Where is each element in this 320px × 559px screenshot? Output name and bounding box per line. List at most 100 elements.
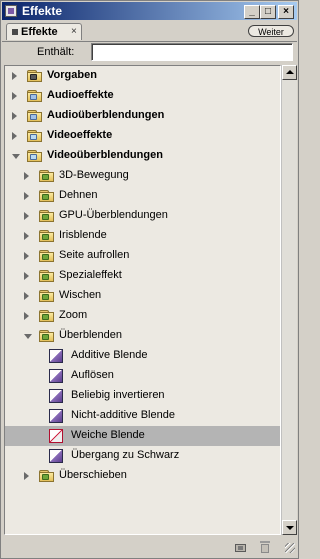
folder-icon <box>27 69 43 82</box>
search-label: Enthält: <box>37 46 75 58</box>
default-transition-icon <box>49 429 63 443</box>
transition-icon <box>49 369 63 383</box>
disclosure-closed-icon[interactable] <box>24 252 29 260</box>
trash-icon[interactable] <box>260 541 270 553</box>
folder-icon <box>39 249 55 262</box>
tree-item-label: Überblenden <box>59 329 122 341</box>
search-row: Enthält: <box>2 42 297 63</box>
tree-item-label: Spezialeffekt <box>59 269 122 281</box>
search-input[interactable] <box>91 43 293 61</box>
disclosure-closed-icon[interactable] <box>24 472 29 480</box>
tree-folder-row[interactable]: Seite aufrollen <box>5 246 280 266</box>
minimize-button[interactable]: _ <box>244 5 260 19</box>
tree-effect-row[interactable]: Weiche Blende <box>5 426 280 446</box>
tree-folder-row[interactable]: GPU-Überblendungen <box>5 206 280 226</box>
tree-item-label: Beliebig invertieren <box>71 389 165 401</box>
tree-folder-row[interactable]: Überschieben <box>5 466 280 486</box>
transition-icon <box>49 449 63 463</box>
tree-item-label: Zoom <box>59 309 88 321</box>
tree-folder-row[interactable]: Videoeffekte <box>5 126 280 146</box>
panel-bottom-bar <box>2 538 297 557</box>
tree-folder-row[interactable]: Irisblende <box>5 226 280 246</box>
disclosure-closed-icon[interactable] <box>12 132 17 140</box>
folder-icon <box>39 209 55 222</box>
disclosure-closed-icon[interactable] <box>12 112 17 120</box>
folder-icon <box>39 189 55 202</box>
vertical-scrollbar[interactable] <box>281 65 297 535</box>
tree-effect-row[interactable]: Beliebig invertieren <box>5 386 280 406</box>
tree-item-label: Nicht-additive Blende <box>71 409 175 421</box>
tree-effect-row[interactable]: Additive Blende <box>5 346 280 366</box>
panel-tab-bar: Effekte × Weiter <box>2 22 297 42</box>
tree-folder-row[interactable]: 3D-Bewegung <box>5 166 280 186</box>
tree-item-label: Wischen <box>59 289 102 301</box>
scroll-down-button[interactable] <box>282 520 297 535</box>
disclosure-closed-icon[interactable] <box>24 192 29 200</box>
folder-icon <box>27 129 43 142</box>
tree-folder-row[interactable]: Spezialeffekt <box>5 266 280 286</box>
tree-item-label: Videoüberblendungen <box>47 149 163 161</box>
folder-icon <box>39 309 55 322</box>
new-bin-icon[interactable] <box>235 542 247 552</box>
folder-icon <box>27 109 43 122</box>
scroll-up-button[interactable] <box>282 65 297 80</box>
tab-effekte[interactable]: Effekte × <box>6 23 82 40</box>
transition-icon <box>49 349 63 363</box>
panel-menu-button[interactable]: Weiter <box>248 25 294 37</box>
disclosure-open-icon[interactable] <box>24 334 32 339</box>
tree-item-label: Dehnen <box>59 189 98 201</box>
app-icon <box>5 5 17 17</box>
close-button[interactable]: × <box>278 5 294 19</box>
folder-icon <box>27 149 43 162</box>
folder-icon <box>39 289 55 302</box>
tree-item-label: Weiche Blende <box>71 429 145 441</box>
tree-item-label: Audioüberblendungen <box>47 109 165 121</box>
tree-item-label: Auflösen <box>71 369 114 381</box>
tree-item-label: Audioeffekte <box>47 89 114 101</box>
disclosure-closed-icon[interactable] <box>12 92 17 100</box>
folder-icon <box>39 229 55 242</box>
title-bar[interactable]: Effekte _ □ × <box>2 2 297 20</box>
folder-icon <box>39 169 55 182</box>
effects-window: Effekte _ □ × Effekte × Weiter Enthält: … <box>0 0 299 559</box>
folder-icon <box>39 469 55 482</box>
disclosure-closed-icon[interactable] <box>24 212 29 220</box>
disclosure-closed-icon[interactable] <box>24 272 29 280</box>
disclosure-closed-icon[interactable] <box>24 312 29 320</box>
tree-folder-row[interactable]: Zoom <box>5 306 280 326</box>
window-title: Effekte <box>22 4 63 18</box>
folder-icon <box>27 89 43 102</box>
tree-folder-row[interactable]: Audioeffekte <box>5 86 280 106</box>
tab-close-icon[interactable]: × <box>71 26 77 37</box>
folder-icon <box>39 269 55 282</box>
tree-folder-row[interactable]: Videoüberblendungen <box>5 146 280 166</box>
tree-folder-row[interactable]: Dehnen <box>5 186 280 206</box>
tree-item-label: Überschieben <box>59 469 127 481</box>
tree-effect-row[interactable]: Auflösen <box>5 366 280 386</box>
tree-effect-row[interactable]: Nicht-additive Blende <box>5 406 280 426</box>
tree-item-label: Videoeffekte <box>47 129 113 141</box>
disclosure-closed-icon[interactable] <box>24 172 29 180</box>
disclosure-closed-icon[interactable] <box>12 72 17 80</box>
disclosure-open-icon[interactable] <box>12 154 20 159</box>
tree-folder-row[interactable]: Audioüberblendungen <box>5 106 280 126</box>
tree-item-label: Irisblende <box>59 229 107 241</box>
tree-folder-row[interactable]: Überblenden <box>5 326 280 346</box>
resize-grip-icon[interactable] <box>285 543 295 553</box>
disclosure-closed-icon[interactable] <box>24 292 29 300</box>
panel-grip-icon <box>12 29 18 35</box>
maximize-button[interactable]: □ <box>260 5 276 19</box>
tree-item-label: Vorgaben <box>47 69 97 81</box>
tree-item-label: Übergang zu Schwarz <box>71 449 180 461</box>
disclosure-closed-icon[interactable] <box>24 232 29 240</box>
transition-icon <box>49 389 63 403</box>
tree-item-label: GPU-Überblendungen <box>59 209 168 221</box>
tree-effect-row[interactable]: Übergang zu Schwarz <box>5 446 280 466</box>
tree-folder-row[interactable]: Wischen <box>5 286 280 306</box>
tree-item-label: Additive Blende <box>71 349 148 361</box>
transition-icon <box>49 409 63 423</box>
tree-folder-row[interactable]: Vorgaben <box>5 66 280 86</box>
tree-item-label: Seite aufrollen <box>59 249 130 261</box>
effects-tree: Vorgaben Audioeffekte Audioüberblendungen V… <box>4 65 281 535</box>
tree-item-label: 3D-Bewegung <box>59 169 129 181</box>
